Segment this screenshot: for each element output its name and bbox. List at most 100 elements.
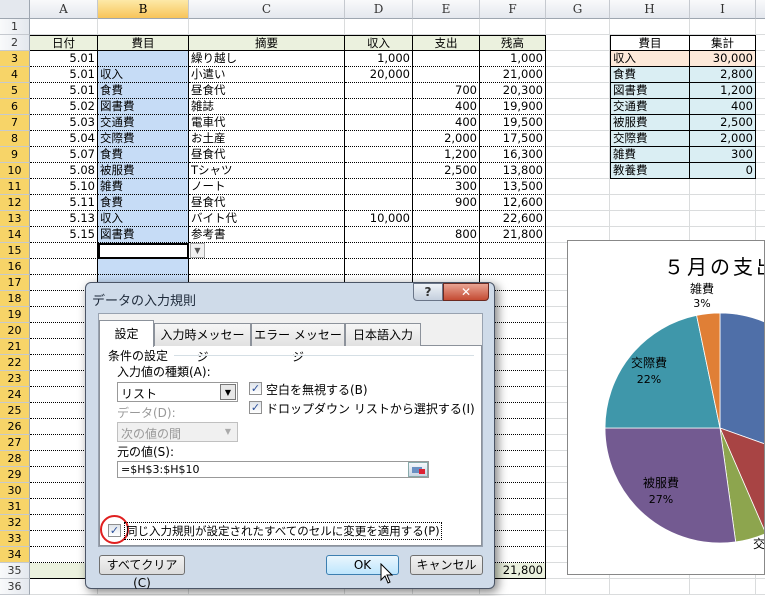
cell-E4[interactable] — [413, 67, 480, 83]
cell-E2[interactable]: 支出 — [413, 35, 480, 51]
row-header-32[interactable]: 32 — [0, 515, 30, 531]
cell-B10[interactable]: 被服費 — [98, 163, 189, 179]
row-header-29[interactable]: 29 — [0, 467, 30, 483]
cell-undefined10[interactable] — [756, 163, 765, 179]
cell-H11[interactable] — [610, 179, 690, 195]
cell-G36[interactable] — [546, 579, 610, 595]
cell-I5[interactable]: 1,200 — [690, 83, 756, 99]
range-select-icon[interactable] — [408, 462, 428, 477]
cell-I11[interactable] — [690, 179, 756, 195]
row-header-16[interactable]: 16 — [0, 259, 30, 275]
cell-D5[interactable] — [345, 83, 413, 99]
cell-H9[interactable]: 雑費 — [610, 147, 690, 163]
cell-B12[interactable]: 食費 — [98, 195, 189, 211]
pie-chart[interactable]: ５月の支出 雑費3%交際費22%被服費27%交 — [567, 240, 765, 575]
row-header-10[interactable]: 10 — [0, 163, 30, 179]
cell-A1[interactable] — [30, 19, 98, 35]
cell-D12[interactable] — [345, 195, 413, 211]
cell-H6[interactable]: 交通費 — [610, 99, 690, 115]
cell-I12[interactable] — [690, 195, 756, 211]
row-header-8[interactable]: 8 — [0, 131, 30, 147]
row-header-31[interactable]: 31 — [0, 499, 30, 515]
cell-I36[interactable] — [690, 579, 756, 595]
cell-I2[interactable]: 集計 — [690, 35, 756, 51]
cell-C12[interactable]: 昼食代 — [189, 195, 345, 211]
cell-A8[interactable]: 5.04 — [30, 131, 98, 147]
row-header-11[interactable]: 11 — [0, 179, 30, 195]
cell-F1[interactable] — [480, 19, 546, 35]
source-input[interactable]: =$H$3:$H$10 — [117, 461, 429, 478]
cell-A15[interactable] — [30, 243, 98, 259]
row-header-13[interactable]: 13 — [0, 211, 30, 227]
cell-D3[interactable]: 1,000 — [345, 51, 413, 67]
cell-undefined9[interactable] — [756, 147, 765, 163]
cell-F13[interactable]: 22,600 — [480, 211, 546, 227]
column-header-F[interactable]: F — [480, 0, 546, 19]
row-header-28[interactable]: 28 — [0, 451, 30, 467]
cell-F11[interactable]: 13,500 — [480, 179, 546, 195]
cell-H3[interactable]: 収入 — [610, 51, 690, 67]
cell-F14[interactable]: 21,800 — [480, 227, 546, 243]
cell-I1[interactable] — [690, 19, 756, 35]
cell-E1[interactable] — [413, 19, 480, 35]
column-header-E[interactable]: E — [413, 0, 480, 19]
cell-E5[interactable]: 700 — [413, 83, 480, 99]
cell-E7[interactable]: 400 — [413, 115, 480, 131]
cell-undefined36[interactable] — [756, 579, 765, 595]
column-header-C[interactable]: C — [189, 0, 345, 19]
cell-undefined6[interactable] — [756, 99, 765, 115]
cell-B1[interactable] — [98, 19, 189, 35]
cell-undefined11[interactable] — [756, 179, 765, 195]
row-header-22[interactable]: 22 — [0, 355, 30, 371]
tab-input-message[interactable]: 入力時メッセージ — [154, 323, 251, 364]
cell-A7[interactable]: 5.03 — [30, 115, 98, 131]
cell-B9[interactable]: 食費 — [98, 147, 189, 163]
cell-D14[interactable] — [345, 227, 413, 243]
cell-F16[interactable] — [480, 259, 546, 275]
row-header-6[interactable]: 6 — [0, 99, 30, 115]
close-button[interactable]: ✕ — [443, 283, 489, 301]
cell-G13[interactable] — [546, 211, 610, 227]
cell-H7[interactable]: 被服費 — [610, 115, 690, 131]
cell-B7[interactable]: 交通費 — [98, 115, 189, 131]
cell-E10[interactable]: 2,500 — [413, 163, 480, 179]
cell-D13[interactable]: 10,000 — [345, 211, 413, 227]
cell-E9[interactable]: 1,200 — [413, 147, 480, 163]
cell-E12[interactable]: 900 — [413, 195, 480, 211]
cell-C14[interactable]: 参考書 — [189, 227, 345, 243]
row-header-4[interactable]: 4 — [0, 67, 30, 83]
cell-I8[interactable]: 2,000 — [690, 131, 756, 147]
cell-G11[interactable] — [546, 179, 610, 195]
cell-E11[interactable]: 300 — [413, 179, 480, 195]
row-header-24[interactable]: 24 — [0, 387, 30, 403]
cell-undefined1[interactable] — [756, 19, 765, 35]
cell-D7[interactable] — [345, 115, 413, 131]
cell-C10[interactable]: Tシャツ — [189, 163, 345, 179]
column-header-next[interactable] — [756, 0, 765, 19]
row-header-20[interactable]: 20 — [0, 323, 30, 339]
cell-G4[interactable] — [546, 67, 610, 83]
cell-G7[interactable] — [546, 115, 610, 131]
cell-G9[interactable] — [546, 147, 610, 163]
cell-F10[interactable]: 13,800 — [480, 163, 546, 179]
cell-E3[interactable] — [413, 51, 480, 67]
row-header-21[interactable]: 21 — [0, 339, 30, 355]
cell-H12[interactable] — [610, 195, 690, 211]
row-header-2[interactable]: 2 — [0, 35, 30, 51]
cell-G2[interactable] — [546, 35, 610, 51]
cell-F8[interactable]: 17,500 — [480, 131, 546, 147]
cell-H5[interactable]: 図書費 — [610, 83, 690, 99]
cell-undefined3[interactable] — [756, 51, 765, 67]
dropdown-checkbox[interactable]: ✓ — [249, 401, 262, 414]
cell-F12[interactable]: 12,600 — [480, 195, 546, 211]
row-header-1[interactable]: 1 — [0, 19, 30, 35]
cell-H10[interactable]: 教養費 — [610, 163, 690, 179]
cell-undefined13[interactable] — [756, 211, 765, 227]
cell-A13[interactable]: 5.13 — [30, 211, 98, 227]
cell-I13[interactable] — [690, 211, 756, 227]
cell-D16[interactable] — [345, 259, 413, 275]
cell-F6[interactable]: 19,900 — [480, 99, 546, 115]
tab-japanese-input[interactable]: 日本語入力 — [345, 323, 421, 346]
cell-H13[interactable] — [610, 211, 690, 227]
row-header-19[interactable]: 19 — [0, 307, 30, 323]
